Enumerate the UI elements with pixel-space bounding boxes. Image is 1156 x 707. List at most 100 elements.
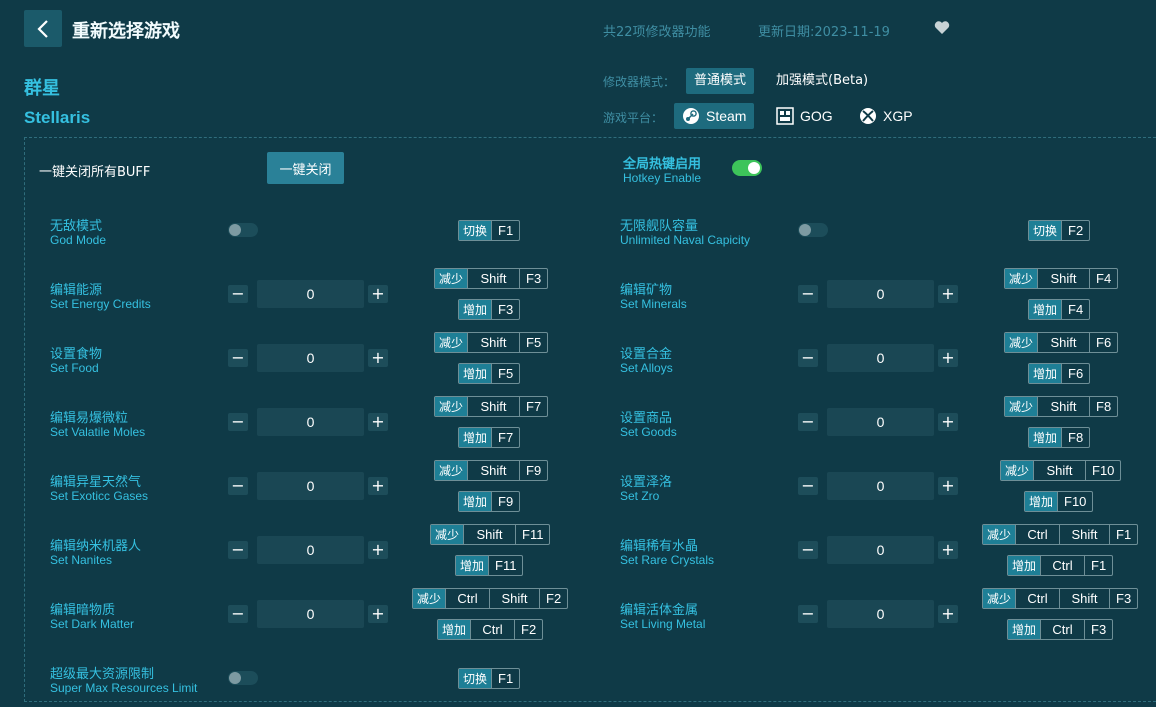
food-input[interactable] bbox=[257, 344, 364, 372]
hotkey-key: F9 bbox=[491, 492, 519, 511]
hotkey-action: 增加 bbox=[1008, 620, 1041, 639]
dark-decrement[interactable]: − bbox=[228, 605, 248, 623]
hotkey-key: Ctrl bbox=[1015, 589, 1059, 608]
hotkey-action: 减少 bbox=[435, 461, 468, 480]
energy-decrement[interactable]: − bbox=[228, 285, 248, 303]
hotkey-key: F11 bbox=[488, 556, 522, 575]
hotkey-key: F3 bbox=[491, 300, 519, 319]
goods-increment[interactable]: + bbox=[938, 413, 958, 431]
hotkey-key: F5 bbox=[519, 333, 547, 352]
gases-increment[interactable]: + bbox=[368, 477, 388, 495]
alloys-increment[interactable]: + bbox=[938, 349, 958, 367]
dark-increment[interactable]: + bbox=[368, 605, 388, 623]
food-increment[interactable]: + bbox=[368, 349, 388, 367]
goods-label-en: Set Goods bbox=[620, 425, 677, 439]
volatile-dec-hotkey[interactable]: 减少 Shift F7 bbox=[434, 396, 549, 417]
metal-decrement[interactable]: − bbox=[798, 605, 818, 623]
dark-inc-hotkey[interactable]: 增加 Ctrl F2 bbox=[437, 619, 544, 640]
god-mode-toggle[interactable] bbox=[228, 223, 258, 237]
crystals-dec-hotkey[interactable]: 减少 Ctrl Shift F1 bbox=[982, 524, 1139, 545]
metal-increment[interactable]: + bbox=[938, 605, 958, 623]
steam-button[interactable]: Steam bbox=[674, 103, 755, 129]
minerals-decrement[interactable]: − bbox=[798, 285, 818, 303]
gog-button[interactable]: GOG bbox=[768, 103, 841, 129]
nanites-input[interactable] bbox=[257, 536, 364, 564]
crystals-inc-hotkey[interactable]: 增加 Ctrl F1 bbox=[1007, 555, 1114, 576]
game-name-en: Stellaris bbox=[24, 108, 91, 127]
zro-dec-hotkey[interactable]: 减少 Shift F10 bbox=[1000, 460, 1122, 481]
crystals-input[interactable] bbox=[827, 536, 934, 564]
dark-input[interactable] bbox=[257, 600, 364, 628]
game-name-cn: 群星 bbox=[24, 78, 60, 99]
gases-decrement[interactable]: − bbox=[228, 477, 248, 495]
goods-input[interactable] bbox=[827, 408, 934, 436]
supermax-toggle[interactable] bbox=[228, 671, 258, 685]
hotkey-key: F8 bbox=[1089, 397, 1117, 416]
volatile-input[interactable] bbox=[257, 408, 364, 436]
alloys-input[interactable] bbox=[827, 344, 934, 372]
hotkey-key: Shift bbox=[1037, 333, 1089, 352]
hotkey-key: Ctrl bbox=[1015, 525, 1059, 544]
nanites-inc-hotkey[interactable]: 增加 F11 bbox=[455, 555, 524, 576]
minerals-increment[interactable]: + bbox=[938, 285, 958, 303]
hotkey-action: 减少 bbox=[435, 269, 468, 288]
hotkey-key: F6 bbox=[1089, 333, 1117, 352]
back-button[interactable] bbox=[24, 10, 62, 47]
supermax-hotkey[interactable]: 切换 F1 bbox=[458, 668, 521, 689]
nanites-dec-hotkey[interactable]: 减少 Shift F11 bbox=[430, 524, 551, 545]
zro-decrement[interactable]: − bbox=[798, 477, 818, 495]
food-inc-hotkey[interactable]: 增加 F5 bbox=[458, 363, 521, 384]
naval-toggle[interactable] bbox=[798, 223, 828, 237]
minerals-dec-hotkey[interactable]: 减少 Shift F4 bbox=[1004, 268, 1119, 289]
energy-dec-hotkey[interactable]: 减少 Shift F3 bbox=[434, 268, 549, 289]
alloys-inc-hotkey[interactable]: 增加 F6 bbox=[1028, 363, 1091, 384]
nanites-decrement[interactable]: − bbox=[228, 541, 248, 559]
metal-dec-hotkey[interactable]: 减少 Ctrl Shift F3 bbox=[982, 588, 1139, 609]
zro-input[interactable] bbox=[827, 472, 934, 500]
energy-inc-hotkey[interactable]: 增加 F3 bbox=[458, 299, 521, 320]
hotkey-key: F8 bbox=[1061, 428, 1089, 447]
hotkey-key: Shift bbox=[1059, 589, 1109, 608]
goods-inc-hotkey[interactable]: 增加 F8 bbox=[1028, 427, 1091, 448]
close-all-label: 一键关闭所有BUFF bbox=[39, 165, 151, 180]
gases-input[interactable] bbox=[257, 472, 364, 500]
energy-increment[interactable]: + bbox=[368, 285, 388, 303]
dark-dec-hotkey[interactable]: 减少 Ctrl Shift F2 bbox=[412, 588, 569, 609]
hotkey-action: 增加 bbox=[1029, 428, 1062, 447]
naval-hotkey[interactable]: 切换 F2 bbox=[1028, 220, 1091, 241]
favorite-button[interactable] bbox=[934, 20, 950, 39]
crystals-increment[interactable]: + bbox=[938, 541, 958, 559]
hotkey-key: F2 bbox=[514, 620, 542, 639]
dark-label-en: Set Dark Matter bbox=[50, 617, 135, 631]
minerals-inc-hotkey[interactable]: 增加 F4 bbox=[1028, 299, 1091, 320]
crystals-decrement[interactable]: − bbox=[798, 541, 818, 559]
enhanced-mode-button[interactable]: 加强模式(Beta) bbox=[768, 68, 876, 94]
alloys-dec-hotkey[interactable]: 减少 Shift F6 bbox=[1004, 332, 1119, 353]
goods-dec-hotkey[interactable]: 减少 Shift F8 bbox=[1004, 396, 1119, 417]
xgp-button[interactable]: XGP bbox=[851, 103, 921, 129]
food-decrement[interactable]: − bbox=[228, 349, 248, 367]
energy-input[interactable] bbox=[257, 280, 364, 308]
zro-inc-hotkey[interactable]: 增加 F10 bbox=[1024, 491, 1094, 512]
volatile-increment[interactable]: + bbox=[368, 413, 388, 431]
hotkey-action: 增加 bbox=[1029, 364, 1062, 383]
metal-inc-hotkey[interactable]: 增加 Ctrl F3 bbox=[1007, 619, 1114, 640]
god-mode-hotkey[interactable]: 切换 F1 bbox=[458, 220, 521, 241]
normal-mode-button[interactable]: 普通模式 bbox=[686, 68, 755, 94]
volatile-decrement[interactable]: − bbox=[228, 413, 248, 431]
goods-decrement[interactable]: − bbox=[798, 413, 818, 431]
hotkey-enable-toggle[interactable] bbox=[732, 160, 762, 176]
gases-dec-hotkey[interactable]: 减少 Shift F9 bbox=[434, 460, 549, 481]
food-dec-hotkey[interactable]: 减少 Shift F5 bbox=[434, 332, 549, 353]
nanites-label-en: Set Nanites bbox=[50, 553, 113, 567]
minerals-input[interactable] bbox=[827, 280, 934, 308]
minerals-label-en: Set Minerals bbox=[620, 297, 687, 311]
metal-input[interactable] bbox=[827, 600, 934, 628]
zro-increment[interactable]: + bbox=[938, 477, 958, 495]
close-all-button[interactable]: 一键关闭 bbox=[267, 152, 344, 184]
xgp-label: XGP bbox=[883, 108, 913, 124]
nanites-increment[interactable]: + bbox=[368, 541, 388, 559]
gases-inc-hotkey[interactable]: 增加 F9 bbox=[458, 491, 521, 512]
alloys-decrement[interactable]: − bbox=[798, 349, 818, 367]
volatile-inc-hotkey[interactable]: 增加 F7 bbox=[458, 427, 521, 448]
